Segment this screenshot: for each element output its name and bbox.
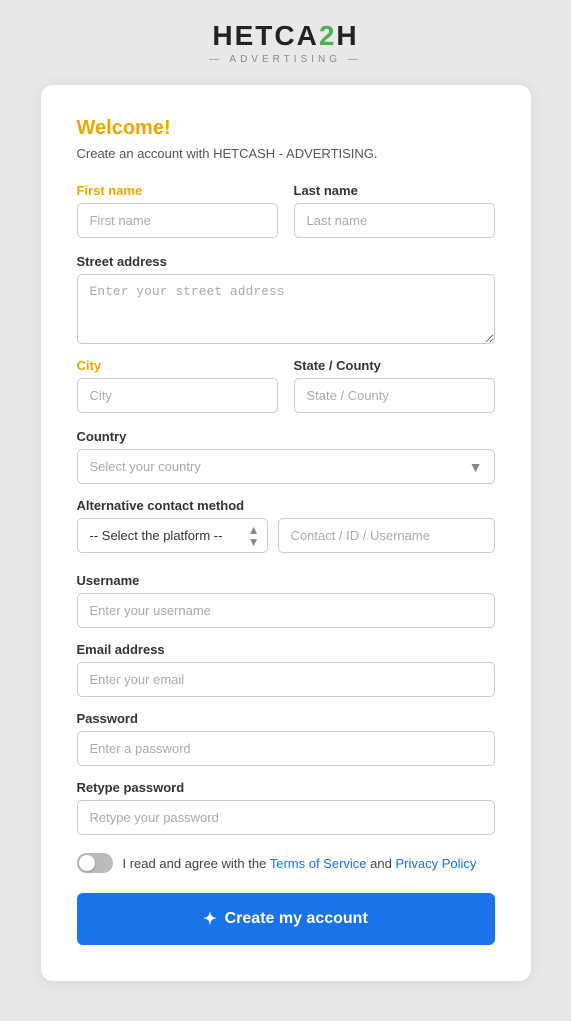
first-name-group: First name (77, 183, 278, 238)
last-name-label: Last name (294, 183, 495, 198)
welcome-subtitle: Create an account with HETCASH - ADVERTI… (77, 146, 495, 161)
welcome-title: Welcome! (77, 117, 495, 140)
logo-subtitle: — ADVERTISING — (209, 54, 362, 65)
street-address-input[interactable] (77, 274, 495, 344)
username-input[interactable] (77, 593, 495, 628)
registration-card: Welcome! Create an account with HETCASH … (41, 85, 531, 981)
alt-contact-label: Alternative contact method (77, 498, 495, 513)
state-county-group: State / County (294, 358, 495, 413)
password-label: Password (77, 711, 495, 726)
retype-password-label: Retype password (77, 780, 495, 795)
first-name-input[interactable] (77, 203, 278, 238)
platform-select[interactable]: -- Select the platform -- Telegram Skype… (77, 518, 268, 553)
password-group: Password (77, 711, 495, 766)
create-account-button[interactable]: ✦ Create my account (77, 893, 495, 945)
city-input[interactable] (77, 378, 278, 413)
retype-password-group: Retype password (77, 780, 495, 835)
country-select-wrapper: Select your country United States United… (77, 449, 495, 484)
city-label: City (77, 358, 278, 373)
country-label: Country (77, 429, 495, 444)
username-label: Username (77, 573, 495, 588)
terms-toggle[interactable] (77, 853, 113, 873)
retype-password-input[interactable] (77, 800, 495, 835)
name-row: First name Last name (77, 183, 495, 238)
city-group: City (77, 358, 278, 413)
state-county-label: State / County (294, 358, 495, 373)
create-account-icon: ✦ (203, 909, 216, 929)
first-name-label: First name (77, 183, 278, 198)
country-group: Country Select your country United State… (77, 429, 495, 484)
city-state-row: City State / County (77, 358, 495, 413)
privacy-policy-link[interactable]: Privacy Policy (395, 856, 476, 871)
terms-row: I read and agree with the Terms of Servi… (77, 853, 495, 873)
alt-contact-row: -- Select the platform -- Telegram Skype… (77, 518, 495, 553)
last-name-input[interactable] (294, 203, 495, 238)
terms-text: I read and agree with the Terms of Servi… (123, 856, 477, 871)
email-label: Email address (77, 642, 495, 657)
email-group: Email address (77, 642, 495, 697)
street-address-group: Street address (77, 254, 495, 344)
email-input[interactable] (77, 662, 495, 697)
street-address-label: Street address (77, 254, 495, 269)
username-group: Username (77, 573, 495, 628)
state-county-input[interactable] (294, 378, 495, 413)
country-select[interactable]: Select your country United States United… (77, 449, 495, 484)
last-name-group: Last name (294, 183, 495, 238)
toggle-knob (79, 855, 95, 871)
logo-text: HETCA2H (209, 20, 362, 52)
terms-of-service-link[interactable]: Terms of Service (270, 856, 367, 871)
password-input[interactable] (77, 731, 495, 766)
logo-area: HETCA2H — ADVERTISING — (209, 20, 362, 65)
create-account-label: Create my account (225, 910, 368, 928)
alt-contact-group: Alternative contact method -- Select the… (77, 498, 495, 553)
logo-highlight: 2 (319, 20, 337, 51)
contact-input[interactable] (278, 518, 495, 553)
platform-select-wrapper: -- Select the platform -- Telegram Skype… (77, 518, 268, 553)
